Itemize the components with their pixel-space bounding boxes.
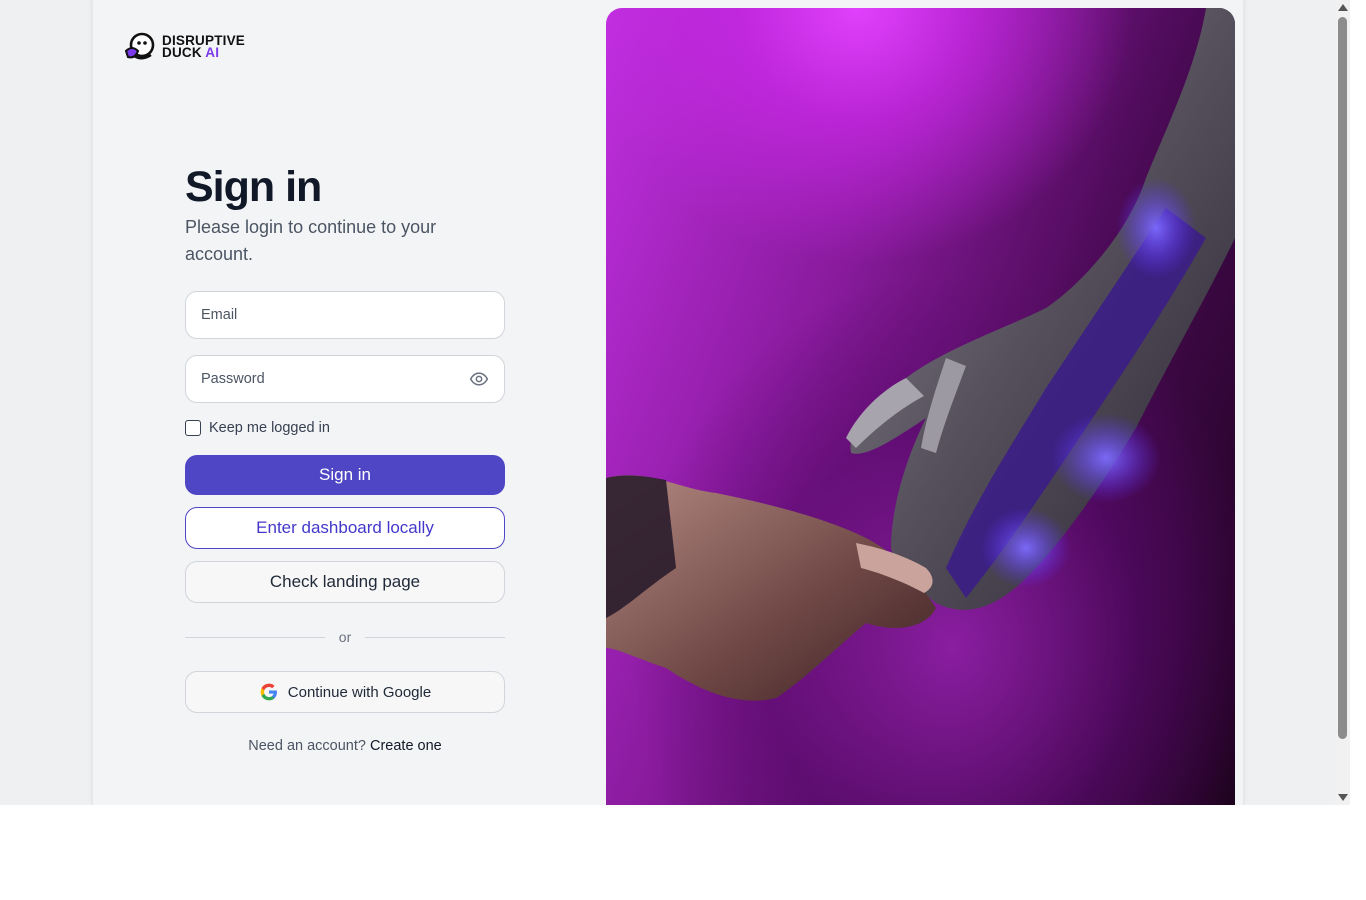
- keep-logged-in-label[interactable]: Keep me logged in: [209, 420, 330, 436]
- brand-logo[interactable]: DISRUPTIVE DUCK AI: [124, 31, 245, 63]
- google-button-label: Continue with Google: [287, 683, 432, 701]
- check-landing-page-button[interactable]: Check landing page: [185, 561, 505, 603]
- brand-name-line2: DUCK AI: [162, 45, 245, 60]
- email-field-wrapper: [185, 291, 505, 339]
- page-viewport: DISRUPTIVE DUCK AI Sign in Please login …: [0, 0, 1335, 805]
- keep-logged-in-row: Keep me logged in: [185, 420, 330, 436]
- password-field-wrapper: [185, 355, 505, 403]
- divider-line-left: [185, 636, 325, 638]
- divider-text: or: [338, 629, 352, 645]
- page-title: Sign in: [185, 163, 322, 211]
- signin-button[interactable]: Sign in: [185, 455, 505, 495]
- continue-with-google-button[interactable]: Continue with Google: [185, 671, 505, 713]
- signup-prompt-text: Need an account?: [248, 738, 366, 754]
- page-scrollbar[interactable]: [1335, 0, 1350, 805]
- enter-dashboard-locally-button[interactable]: Enter dashboard locally: [185, 507, 505, 549]
- brand-name-ai: AI: [205, 45, 220, 60]
- create-account-link[interactable]: Create one: [370, 738, 442, 754]
- signup-prompt: Need an account? Create one: [185, 738, 505, 754]
- email-field[interactable]: [201, 307, 489, 323]
- scroll-down-arrow-icon[interactable]: [1338, 794, 1348, 801]
- robot-human-hands-illustration: [606, 8, 1235, 701]
- divider-line-right: [365, 636, 506, 638]
- or-divider: or: [185, 628, 506, 646]
- keep-logged-in-checkbox[interactable]: [185, 420, 201, 436]
- scrollbar-thumb[interactable]: [1338, 17, 1347, 739]
- page-subtitle: Please login to continue to your account…: [185, 217, 437, 264]
- brand-wordmark: DISRUPTIVE DUCK AI: [162, 34, 245, 60]
- eye-icon[interactable]: [469, 369, 489, 389]
- brand-name-duck: DUCK: [162, 45, 202, 60]
- password-field[interactable]: [201, 371, 469, 387]
- scroll-up-arrow-icon[interactable]: [1338, 4, 1348, 11]
- duck-logo-icon: [124, 32, 155, 60]
- hero-image: [606, 8, 1235, 805]
- google-icon: [260, 683, 277, 701]
